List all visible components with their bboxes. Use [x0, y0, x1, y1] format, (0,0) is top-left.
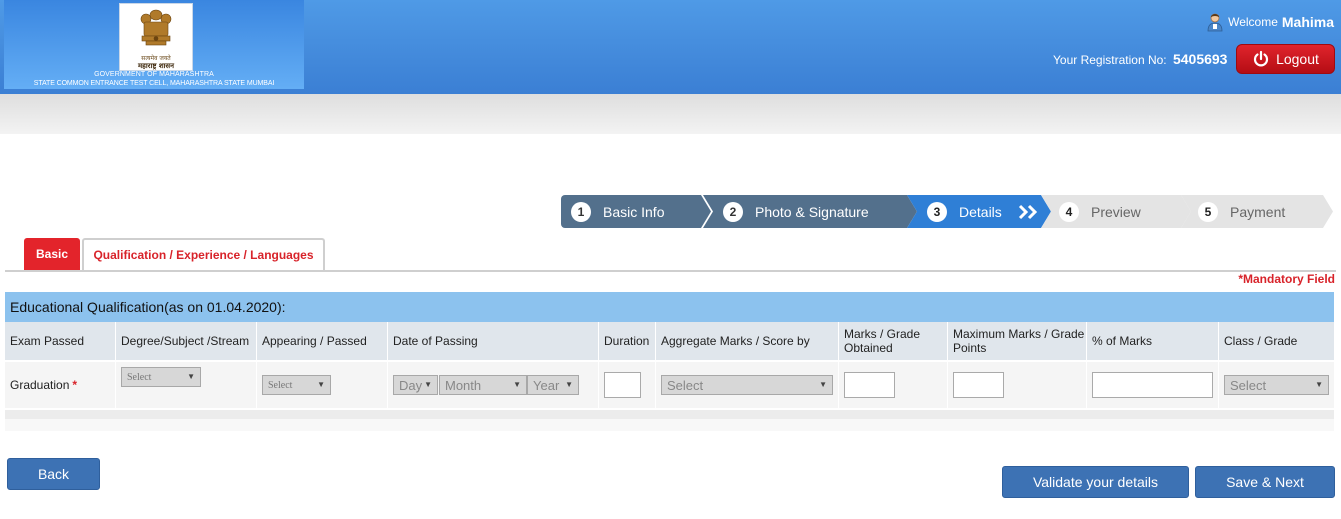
emblem-icon: [140, 9, 172, 46]
welcome-area: Welcome Mahima: [1207, 12, 1334, 32]
year-select-value: Year: [533, 377, 560, 393]
step-payment[interactable]: 5 Payment: [1181, 195, 1333, 228]
header-degree: Degree/Subject /Stream: [115, 322, 256, 360]
header-marks-obtained: Marks / Grade Obtained: [838, 322, 947, 360]
header-date-of-passing: Date of Passing: [387, 322, 598, 360]
header-aggregate: Aggregate Marks / Score by: [655, 322, 838, 360]
step-basic-info[interactable]: 1 Basic Info: [561, 195, 711, 228]
month-select[interactable]: Month ▼: [439, 375, 527, 395]
aggregate-select[interactable]: Select ▼: [661, 375, 833, 395]
degree-select[interactable]: Select ▼: [121, 367, 201, 387]
header-appearing: Appearing / Passed: [256, 322, 387, 360]
tab-qualification[interactable]: Qualification / Experience / Languages: [82, 238, 325, 270]
header-class-grade: Class / Grade: [1218, 322, 1334, 360]
menu-band: [0, 94, 1341, 134]
org-name-line2: STATE COMMON ENTRANCE TEST CELL, MAHARAS…: [33, 80, 275, 87]
mandatory-note: *Mandatory Field: [1238, 272, 1335, 286]
save-next-button[interactable]: Save & Next: [1195, 466, 1335, 498]
class-grade-select-value: Select: [1230, 377, 1267, 393]
registration-number: 5405693: [1172, 51, 1228, 67]
step-progress: 1 Basic Info 2 Photo & Signature 3 Detai…: [561, 195, 1341, 228]
step-details[interactable]: 3 Details: [907, 195, 1051, 228]
appearing-select-value: Select: [268, 379, 293, 391]
chevron-down-icon: ▼: [513, 380, 521, 389]
power-icon: [1253, 50, 1269, 67]
table-header-row: Exam Passed Degree/Subject /Stream Appea…: [5, 322, 1334, 360]
user-icon: [1207, 13, 1223, 32]
step-number: 5: [1198, 201, 1218, 222]
tab-basic[interactable]: Basic: [24, 238, 80, 270]
registration-info: Your Registration No: 5405693: [1053, 51, 1227, 67]
exam-cell: Graduation *: [5, 362, 115, 408]
month-select-value: Month: [445, 377, 482, 393]
aggregate-select-value: Select: [667, 377, 704, 393]
tab-divider: [5, 270, 1336, 272]
step-number: 3: [927, 201, 947, 222]
step-label: Photo & Signature: [755, 203, 869, 220]
step-number: 2: [723, 201, 743, 222]
step-label: Details: [959, 203, 1002, 220]
step-preview[interactable]: 4 Preview: [1041, 195, 1191, 228]
duration-input[interactable]: [604, 372, 641, 398]
registration-label: Your Registration No:: [1053, 53, 1167, 67]
header-exam-passed: Exam Passed: [10, 334, 85, 348]
logout-button[interactable]: Logout: [1236, 44, 1335, 74]
step-number: 4: [1059, 201, 1079, 222]
chevron-down-icon: ▼: [187, 372, 195, 381]
chevron-down-icon: ▼: [424, 380, 432, 389]
user-name: Mahima: [1281, 14, 1334, 30]
chevron-down-icon: ▼: [819, 380, 827, 389]
table-spacer-row: [5, 419, 1334, 431]
header-maximum-marks: Maximum Marks / Grade Points: [947, 322, 1086, 360]
state-emblem: सत्यमेव जयते महाराष्ट्र शासन: [119, 3, 193, 71]
chevron-down-icon: ▼: [1315, 380, 1323, 389]
year-select[interactable]: Year ▼: [527, 375, 579, 395]
validate-details-button[interactable]: Validate your details: [1002, 466, 1189, 498]
required-marker: *: [72, 378, 78, 392]
maximum-marks-input[interactable]: [953, 372, 1004, 398]
chevron-down-icon: ▼: [317, 380, 325, 389]
appearing-select[interactable]: Select ▼: [262, 375, 331, 395]
double-chevron-icon: [1018, 204, 1037, 219]
chevron-down-icon: ▼: [565, 380, 573, 389]
day-select[interactable]: Day ▼: [393, 375, 438, 395]
marks-obtained-input[interactable]: [844, 372, 895, 398]
step-label: Basic Info: [603, 203, 665, 220]
page-header: सत्यमेव जयते महाराष्ट्र शासन GOVERNMENT …: [0, 0, 1341, 94]
welcome-label: Welcome: [1228, 15, 1278, 29]
degree-select-value: Select: [127, 371, 152, 383]
site-logo[interactable]: सत्यमेव जयते महाराष्ट्र शासन GOVERNMENT …: [4, 0, 304, 89]
emblem-script: महाराष्ट्र शासन: [137, 61, 175, 70]
class-grade-select[interactable]: Select ▼: [1224, 375, 1329, 395]
step-number: 1: [571, 201, 591, 222]
exam-name: Graduation: [10, 378, 70, 392]
table-row: Graduation * Select ▼ Select ▼ Day ▼ Month ▼…: [5, 362, 1334, 408]
table-spacer-row: [5, 410, 1334, 419]
day-select-value: Day: [399, 377, 423, 393]
header-percent-marks: % of Marks: [1086, 322, 1218, 360]
org-name-line1: GOVERNMENT OF MAHARASHTRA: [94, 71, 214, 78]
step-photo-signature[interactable]: 2 Photo & Signature: [703, 195, 917, 228]
logout-label: Logout: [1276, 51, 1319, 67]
step-label: Payment: [1230, 203, 1286, 220]
header-duration: Duration: [598, 322, 655, 360]
percent-marks-input[interactable]: [1092, 372, 1213, 398]
section-title: Educational Qualification(as on 01.04.20…: [5, 292, 1334, 322]
back-button[interactable]: Back: [7, 458, 100, 490]
step-label: Preview: [1091, 203, 1141, 220]
